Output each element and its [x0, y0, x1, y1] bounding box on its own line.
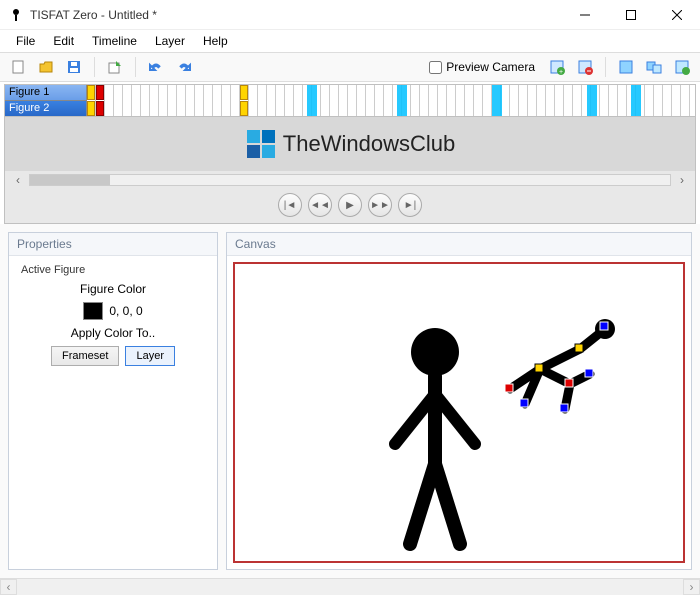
timeline-layer-labels: Figure 1 Figure 2 — [5, 85, 87, 116]
window-horizontal-scrollbar[interactable]: ‹ › — [0, 578, 700, 595]
separator — [135, 57, 136, 77]
redo-button[interactable] — [172, 55, 196, 79]
maximize-button[interactable] — [608, 0, 654, 30]
scene-a-button[interactable] — [614, 55, 638, 79]
menu-bar: File Edit Timeline Layer Help — [0, 30, 700, 52]
menu-help[interactable]: Help — [195, 32, 236, 50]
scroll-thumb[interactable] — [30, 175, 110, 185]
scene-c-button[interactable] — [670, 55, 694, 79]
timeline-playhead[interactable] — [631, 85, 641, 117]
scroll-track[interactable] — [29, 174, 671, 186]
scroll-left-icon[interactable]: ‹ — [11, 173, 25, 187]
timeline-playhead[interactable] — [307, 85, 317, 117]
svg-text:+: + — [559, 69, 563, 75]
canvas-area[interactable] — [233, 262, 685, 563]
export-button[interactable] — [103, 55, 127, 79]
menu-timeline[interactable]: Timeline — [84, 32, 145, 50]
toolbar: Preview Camera + — [0, 52, 700, 82]
timeline-keyframe[interactable] — [240, 85, 248, 100]
close-button[interactable] — [654, 0, 700, 30]
skip-end-button[interactable]: ►| — [398, 193, 422, 217]
timeline-panel: Figure 1 Figure 2 TheWindowsClub ‹ › |◄ — [4, 84, 696, 224]
preview-camera-label: Preview Camera — [446, 60, 535, 74]
timeline-playhead[interactable] — [587, 85, 597, 117]
preview-camera-checkbox[interactable]: Preview Camera — [423, 60, 541, 74]
stick-figure-1[interactable] — [375, 324, 495, 554]
scene-b-button[interactable] — [642, 55, 666, 79]
timeline-keyframe[interactable] — [87, 101, 95, 116]
add-scene-button[interactable]: + — [545, 55, 569, 79]
scroll-left-icon[interactable]: ‹ — [0, 579, 17, 595]
save-file-button[interactable] — [62, 55, 86, 79]
preview-camera-input[interactable] — [429, 61, 442, 74]
figure-color-label: Figure Color — [19, 282, 207, 296]
new-file-button[interactable] — [6, 55, 30, 79]
watermark-text: TheWindowsClub — [283, 131, 455, 157]
play-button[interactable]: ▶ — [338, 193, 362, 217]
timeline-layer-1[interactable]: Figure 1 — [5, 85, 87, 101]
separator — [94, 57, 95, 77]
scroll-right-icon[interactable]: › — [675, 173, 689, 187]
canvas-panel: Canvas — [226, 232, 692, 570]
canvas-title: Canvas — [227, 233, 691, 256]
figure-color-swatch[interactable] — [83, 302, 103, 320]
workspace: Properties Active Figure Figure Color 0,… — [0, 224, 700, 578]
scroll-track[interactable] — [17, 579, 683, 595]
scroll-right-icon[interactable]: › — [683, 579, 700, 595]
active-figure-label: Active Figure — [19, 264, 207, 276]
watermark-logo-icon — [245, 128, 277, 160]
apply-color-label: Apply Color To.. — [19, 326, 207, 340]
step-forward-button[interactable]: ►► — [368, 193, 392, 217]
figure-color-value: 0, 0, 0 — [109, 304, 142, 318]
timeline-playhead[interactable] — [492, 85, 502, 117]
menu-file[interactable]: File — [8, 32, 43, 50]
step-back-button[interactable]: ◄◄ — [308, 193, 332, 217]
apply-frameset-button[interactable]: Frameset — [51, 346, 119, 366]
timeline-cells[interactable] — [87, 85, 695, 116]
remove-scene-button[interactable] — [573, 55, 597, 79]
properties-title: Properties — [9, 233, 217, 256]
skip-start-button[interactable]: |◄ — [278, 193, 302, 217]
separator — [605, 57, 606, 77]
timeline-scrollbar[interactable]: ‹ › — [5, 171, 695, 189]
window-title: TISFAT Zero - Untitled * — [30, 8, 562, 22]
watermark: TheWindowsClub — [245, 128, 455, 160]
title-bar: TISFAT Zero - Untitled * — [0, 0, 700, 30]
timeline-overview: TheWindowsClub — [5, 117, 695, 171]
open-file-button[interactable] — [34, 55, 58, 79]
minimize-button[interactable] — [562, 0, 608, 30]
timeline-playhead[interactable] — [397, 85, 407, 117]
menu-edit[interactable]: Edit — [45, 32, 82, 50]
timeline-keyframe[interactable] — [96, 85, 104, 100]
stick-figure-2-selected[interactable] — [485, 314, 615, 434]
timeline-keyframe[interactable] — [96, 101, 104, 116]
timeline-layer-2[interactable]: Figure 2 — [5, 101, 87, 117]
app-icon — [8, 7, 24, 23]
apply-layer-button[interactable]: Layer — [125, 346, 175, 366]
menu-layer[interactable]: Layer — [147, 32, 193, 50]
properties-panel: Properties Active Figure Figure Color 0,… — [8, 232, 218, 570]
playback-controls: |◄ ◄◄ ▶ ►► ►| — [5, 189, 695, 223]
timeline-keyframe[interactable] — [87, 85, 95, 100]
undo-button[interactable] — [144, 55, 168, 79]
timeline-keyframe[interactable] — [240, 101, 248, 116]
timeline-grid[interactable]: Figure 1 Figure 2 — [5, 85, 695, 117]
